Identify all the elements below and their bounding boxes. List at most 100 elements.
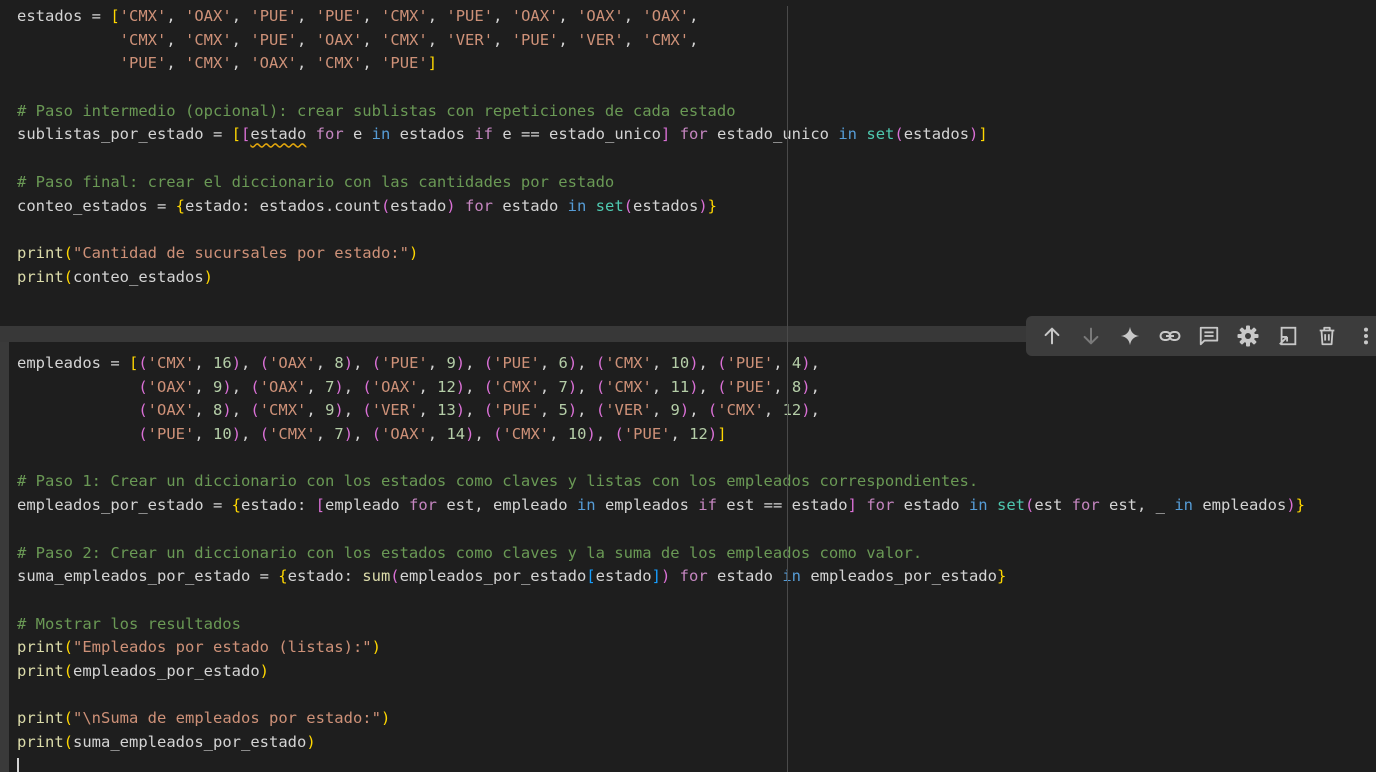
code-line[interactable] xyxy=(17,147,1376,171)
code-token: 'OAX' xyxy=(269,354,316,372)
code-line[interactable]: # Paso intermedio (opcional): crear subl… xyxy=(17,100,1376,124)
code-token: , xyxy=(297,7,316,25)
code-token: 'PUE' xyxy=(381,54,428,73)
move-up-button[interactable] xyxy=(1032,318,1071,354)
code-token: estados xyxy=(390,125,475,144)
code-token: ) xyxy=(222,401,232,420)
code-token: print xyxy=(17,267,64,286)
code-token: if xyxy=(698,496,717,515)
code-token: 'PUE' xyxy=(119,54,167,73)
code-token: 'VER' xyxy=(371,401,419,420)
code-line[interactable]: # Paso 1: Crear un diccionario con los e… xyxy=(17,470,1376,494)
code-line[interactable] xyxy=(17,76,1376,100)
code-token: ( xyxy=(259,354,270,372)
code-line[interactable]: empleados_por_estado = {estado: [emplead… xyxy=(17,494,1376,518)
code-line[interactable]: 'CMX', 'CMX', 'PUE', 'OAX', 'CMX', 'VER'… xyxy=(17,29,1376,53)
sparkle-icon xyxy=(1121,326,1140,346)
code-line[interactable]: print("\nSuma de empleados por estado:") xyxy=(17,707,1376,731)
code-line[interactable] xyxy=(17,218,1376,242)
code-line[interactable] xyxy=(17,589,1376,613)
code-editor-1[interactable]: estados = ['CMX', 'OAX', 'PUE', 'PUE', '… xyxy=(17,5,1376,289)
code-token: ) xyxy=(660,567,671,586)
code-line[interactable]: suma_empleados_por_estado = {estado: sum… xyxy=(17,565,1376,589)
code-token: ) xyxy=(380,709,391,728)
code-line[interactable]: # Mostrar los resultados xyxy=(17,613,1376,637)
code-token: suma_empleados_por_estado = xyxy=(17,567,279,586)
code-token: 'PUE' xyxy=(511,30,559,49)
code-token: 'OAX' xyxy=(642,7,690,25)
code-token: for xyxy=(464,196,493,215)
code-line[interactable]: # Paso 2: Crear un diccionario con los e… xyxy=(17,542,1376,566)
code-token: est, _ xyxy=(1099,496,1175,515)
code-line[interactable]: print("Empleados por estado (listas):") xyxy=(17,636,1376,660)
code-line[interactable]: print(conteo_estados) xyxy=(17,266,1376,290)
code-token: 7 xyxy=(334,425,344,444)
settings-button[interactable] xyxy=(1229,318,1268,354)
comment-button[interactable] xyxy=(1189,318,1228,354)
code-token: ( xyxy=(1024,496,1035,515)
code-token: empleado xyxy=(324,496,409,515)
code-editor-2[interactable]: empleados = [('CMX', 16), ('OAX', 8), ('… xyxy=(17,352,1376,772)
code-line[interactable]: print(empleados_por_estado) xyxy=(17,660,1376,684)
code-line[interactable]: ('OAX', 9), ('OAX', 7), ('OAX', 12), ('C… xyxy=(17,376,1376,400)
code-token: 'OAX' xyxy=(511,7,559,25)
code-token: [ xyxy=(586,567,596,586)
link-button[interactable] xyxy=(1150,318,1189,354)
code-token: estado xyxy=(595,567,652,586)
code-token: [ xyxy=(231,125,241,144)
code-line[interactable]: ('PUE', 10), ('CMX', 7), ('OAX', 14), ('… xyxy=(17,423,1376,447)
code-line[interactable]: print(suma_empleados_por_estado) xyxy=(17,731,1376,755)
code-token: , xyxy=(231,54,251,73)
code-token: 'PUE' xyxy=(493,354,540,372)
code-token: # Mostrar los resultados xyxy=(17,614,241,633)
code-token: 'CMX' xyxy=(642,30,690,49)
code-line[interactable]: # Paso final: crear el diccionario con l… xyxy=(17,171,1376,195)
delete-button[interactable] xyxy=(1307,318,1346,354)
mirror-button[interactable] xyxy=(1268,318,1307,354)
code-token: 'CMX' xyxy=(605,354,652,372)
code-token: empleados_por_estado xyxy=(399,567,587,586)
code-line[interactable]: 'PUE', 'CMX', 'OAX', 'CMX', 'PUE'] xyxy=(17,52,1376,76)
more-button[interactable] xyxy=(1347,318,1376,354)
code-line[interactable]: conteo_estados = {estado: estados.count(… xyxy=(17,195,1376,219)
code-token: , xyxy=(810,377,820,396)
code-line[interactable] xyxy=(17,755,1376,772)
code-token: ) xyxy=(567,401,578,420)
code-token: , xyxy=(493,30,512,49)
code-token: for xyxy=(866,496,895,515)
code-token: , xyxy=(465,354,484,372)
code-line[interactable]: print("Cantidad de sucursales por estado… xyxy=(17,242,1376,266)
code-line[interactable]: ('OAX', 8), ('CMX', 9), ('VER', 13), ('P… xyxy=(17,399,1376,423)
gemini-button[interactable] xyxy=(1111,318,1150,354)
code-line[interactable] xyxy=(17,684,1376,708)
move-down-button[interactable] xyxy=(1071,318,1110,354)
code-token: ) xyxy=(689,354,699,372)
code-line[interactable]: sublistas_por_estado = [[estado for e in… xyxy=(17,123,1376,147)
code-token: ( xyxy=(894,125,904,144)
code-token: , xyxy=(427,7,447,25)
code-token: 'OAX' xyxy=(315,30,363,49)
code-token: # Paso final: crear el diccionario con l… xyxy=(17,172,615,191)
code-token: , xyxy=(362,54,382,73)
code-token: ( xyxy=(717,377,727,396)
code-token: , xyxy=(194,401,214,420)
code-line[interactable] xyxy=(17,447,1376,471)
code-token: { xyxy=(278,567,288,586)
code-token: empleados xyxy=(1192,496,1287,515)
code-line[interactable]: estados = ['CMX', 'OAX', 'PUE', 'PUE', '… xyxy=(17,5,1376,29)
code-line[interactable] xyxy=(17,518,1376,542)
code-token: , xyxy=(763,401,783,420)
code-token: ) xyxy=(231,354,242,372)
code-token: 6 xyxy=(558,354,568,372)
code-token: , xyxy=(810,401,820,420)
code-token: , xyxy=(306,401,326,420)
code-token: estado xyxy=(707,567,783,586)
code-token: 'PUE' xyxy=(726,377,774,396)
code-token: estado: xyxy=(240,496,316,515)
code-token: 'PUE' xyxy=(446,7,494,25)
code-token: , xyxy=(427,354,447,372)
code-token: 'PUE' xyxy=(250,7,298,25)
code-token: ( xyxy=(595,354,606,372)
